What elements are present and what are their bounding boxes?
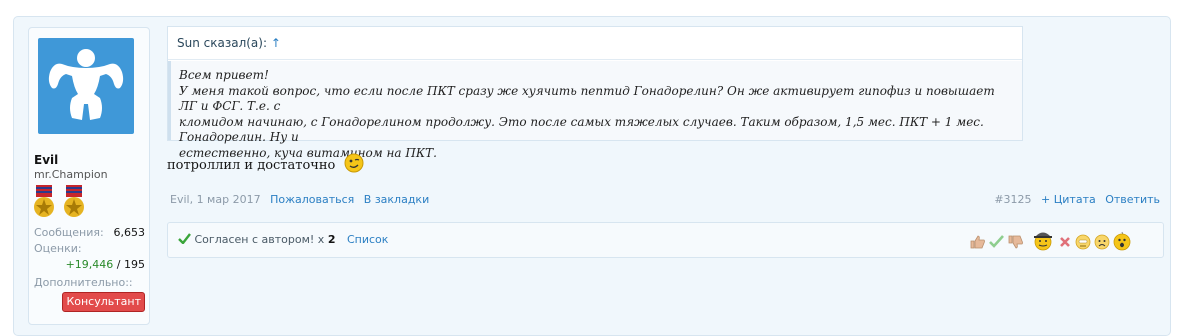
thumbs-down-icon[interactable] [1008, 235, 1024, 249]
post-meta-right: #3125 + Цитата Ответить [994, 193, 1160, 206]
report-link[interactable]: Пожаловаться [270, 193, 354, 206]
ratings-positive: +19,446 [65, 258, 114, 271]
likes-list-link[interactable]: Список [347, 233, 388, 246]
quote-body: Всем привет! У меня такой вопрос, что ес… [168, 61, 1022, 160]
stat-messages-label: Сообщения: [34, 226, 104, 239]
stat-ratings: Оценки: [34, 242, 145, 258]
quote-author: Sun сказал(а): [177, 36, 268, 50]
medal-icon[interactable] [33, 185, 55, 219]
user-title: mr.Champion [34, 168, 108, 181]
surprised-smiley-icon[interactable] [1113, 231, 1131, 251]
quote-jump-arrow[interactable]: ↑ [271, 36, 281, 50]
thumbs-up-icon[interactable] [970, 235, 986, 249]
message-body: потроллил и достаточно [167, 158, 336, 173]
check-icon [178, 233, 191, 245]
stat-messages-value[interactable]: 6,653 [114, 226, 146, 239]
post-meta: Evil, 1 мар 2017 Пожаловаться В закладки… [170, 193, 1160, 207]
post-author-date[interactable]: Evil, 1 мар 2017 [170, 193, 261, 206]
likes-bar: Согласен с автором! x 2 Список [167, 222, 1164, 258]
user-avatar[interactable] [38, 38, 134, 134]
stat-ratings-values: +19,446 / 195 [34, 258, 145, 274]
smile-emoji [344, 153, 363, 173]
check-icon[interactable] [989, 235, 1004, 248]
cross-icon[interactable] [1059, 236, 1071, 248]
quote-block: Sun сказал(а): ↑ Всем привет! У меня так… [167, 26, 1023, 160]
user-badge: Консультант [62, 292, 145, 312]
quote-button[interactable]: + Цитата [1041, 193, 1096, 206]
sad-smiley-icon[interactable] [1094, 234, 1110, 250]
username[interactable]: Evil [34, 153, 58, 167]
user-awards [33, 185, 143, 219]
bodybuilder-avatar [48, 49, 124, 120]
message-text: потроллил и достаточно [167, 153, 364, 173]
bookmark-link[interactable]: В закладки [364, 193, 429, 206]
ratings-separator: / [116, 258, 121, 271]
stat-ratings-label: Оценки: [34, 242, 82, 255]
neutral-smiley-icon[interactable] [1075, 234, 1091, 250]
cap-smiley-icon[interactable] [1032, 229, 1054, 251]
user-panel: Evil mr.Champion Сообщения: 6,653 Оценки… [28, 27, 150, 325]
stat-messages: Сообщения: 6,653 [34, 226, 145, 242]
likes-summary: Согласен с автором! x 2 Список [178, 233, 388, 246]
stat-extra-label: Дополнительно:: [34, 276, 133, 289]
quote-line: У меня такой вопрос, что если после ПКТ … [179, 83, 995, 114]
post-meta-left: Evil, 1 мар 2017 Пожаловаться В закладки [170, 193, 429, 206]
quote-line: Всем привет! [179, 68, 269, 82]
post-number[interactable]: #3125 [994, 193, 1031, 206]
stat-ratings-value: +19,446 / 195 [66, 258, 145, 271]
forum-post: Evil mr.Champion Сообщения: 6,653 Оценки… [13, 16, 1171, 336]
rating-icons [970, 231, 1145, 253]
medal-icon[interactable] [63, 185, 85, 219]
likes-count: 2 [327, 233, 336, 246]
ratings-total: 195 [124, 258, 145, 271]
quote-line: кломидом начинаю, с Гонадорелином продол… [179, 114, 984, 145]
reply-button[interactable]: Ответить [1105, 193, 1160, 206]
stat-extra: Дополнительно:: [34, 276, 145, 292]
likes-summary-text: Согласен с автором! x [194, 233, 325, 246]
quote-header: Sun сказал(а): ↑ [168, 27, 1022, 60]
